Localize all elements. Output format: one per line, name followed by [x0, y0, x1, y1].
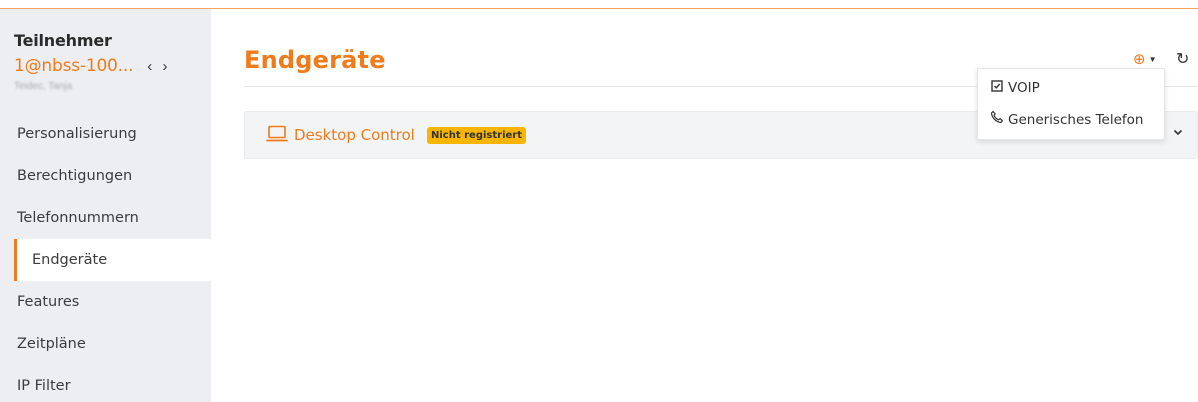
prev-next-user-icon[interactable]: ‹ ›: [147, 58, 170, 75]
sidebar: Teilnehmer 1@nbss-100... ‹ › Teidec, Tan…: [0, 9, 211, 402]
add-device-dropdown: VOIP Generisches Telefon: [977, 68, 1165, 140]
chevron-down-icon[interactable]: [1173, 128, 1183, 139]
user-name: Teidec, Tanja: [14, 81, 73, 92]
user-id[interactable]: 1@nbss-100...: [14, 56, 133, 76]
sidebar-item-endgeraete[interactable]: Endgeräte: [14, 239, 211, 281]
sidebar-item-berechtigungen[interactable]: Berechtigungen: [0, 155, 211, 197]
sidebar-item-telefonnummern[interactable]: Telefonnummern: [0, 197, 211, 239]
page-title: Endgeräte: [244, 46, 386, 74]
dropdown-item-label: Generisches Telefon: [1008, 112, 1144, 128]
sidebar-item-zeitplaene[interactable]: Zeitpläne: [0, 323, 211, 365]
sidebar-header: Teilnehmer 1@nbss-100... ‹ › Teidec, Tan…: [0, 9, 211, 92]
add-circle-icon: ⊕: [1133, 51, 1146, 68]
sidebar-title: Teilnehmer: [14, 31, 112, 50]
laptop-icon: [266, 125, 288, 148]
status-badge: Nicht registriert: [427, 127, 526, 144]
user-selector: 1@nbss-100... ‹ ›: [14, 56, 211, 76]
sidebar-item-features[interactable]: Features: [0, 281, 211, 323]
dropdown-item-generic-phone[interactable]: Generisches Telefon: [978, 104, 1164, 136]
refresh-button[interactable]: ↻: [1176, 49, 1189, 69]
add-device-button[interactable]: ⊕ ▼: [1133, 50, 1157, 68]
sidebar-item-personalisierung[interactable]: Personalisierung: [0, 113, 211, 155]
phone-icon: [990, 104, 1004, 136]
device-name[interactable]: Desktop Control: [294, 126, 415, 144]
sidebar-menu: Personalisierung Berechtigungen Telefonn…: [0, 113, 211, 402]
sidebar-item-ip-filter[interactable]: IP Filter: [0, 365, 211, 402]
caret-down-icon: ▼: [1148, 54, 1157, 64]
dropdown-item-voip[interactable]: VOIP: [978, 72, 1164, 104]
dropdown-item-label: VOIP: [1008, 80, 1040, 96]
checkbox-icon: [990, 72, 1004, 104]
refresh-icon: ↻: [1176, 51, 1190, 68]
